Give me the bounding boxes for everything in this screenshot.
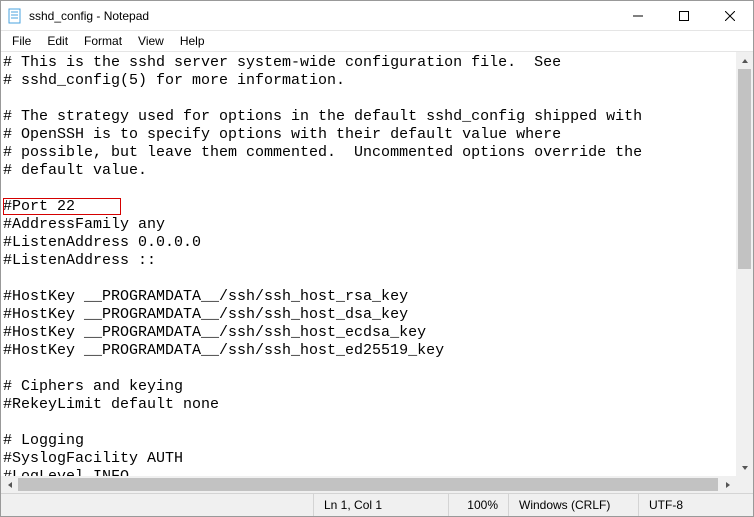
status-position: Ln 1, Col 1 [313,494,448,516]
window-controls [615,1,753,30]
scroll-down-button[interactable] [736,459,753,476]
menu-file[interactable]: File [5,32,38,50]
status-spacer [1,494,313,516]
menu-help[interactable]: Help [173,32,212,50]
status-line-ending: Windows (CRLF) [508,494,638,516]
horizontal-scroll-thumb[interactable] [18,478,718,491]
window-title: sshd_config - Notepad [29,9,615,23]
scroll-left-button[interactable] [1,476,18,493]
status-encoding: UTF-8 [638,494,753,516]
editor-area: # This is the sshd server system-wide co… [1,51,753,493]
minimize-button[interactable] [615,1,661,30]
vertical-scroll-thumb[interactable] [738,69,751,269]
scroll-right-button[interactable] [719,476,736,493]
status-zoom: 100% [448,494,508,516]
notepad-icon [7,8,23,24]
menu-view[interactable]: View [131,32,171,50]
vertical-scroll-track[interactable] [736,69,753,459]
horizontal-scrollbar[interactable] [1,476,736,493]
menu-format[interactable]: Format [77,32,129,50]
menubar: File Edit Format View Help [1,31,753,51]
scroll-up-button[interactable] [736,52,753,69]
menu-edit[interactable]: Edit [40,32,75,50]
statusbar: Ln 1, Col 1 100% Windows (CRLF) UTF-8 [1,493,753,516]
horizontal-scroll-track[interactable] [18,476,719,493]
titlebar: sshd_config - Notepad [1,1,753,31]
close-button[interactable] [707,1,753,30]
text-editor[interactable]: # This is the sshd server system-wide co… [1,52,736,476]
vertical-scrollbar[interactable] [736,52,753,476]
maximize-button[interactable] [661,1,707,30]
scroll-corner [736,476,753,493]
